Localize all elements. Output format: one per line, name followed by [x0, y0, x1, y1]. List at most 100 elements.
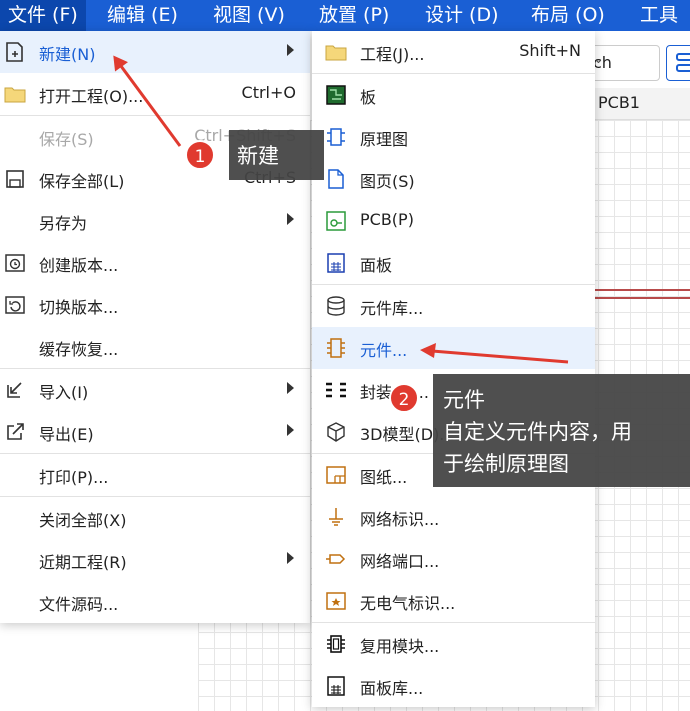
submenu-arrow-icon — [287, 552, 294, 564]
menu-item-close-all[interactable]: 关闭全部(X) — [0, 497, 310, 539]
submenu-arrow-icon — [287, 424, 294, 436]
panel-icon — [327, 253, 345, 273]
menu-item-switch-version[interactable]: 切换版本... — [0, 284, 310, 326]
submenu-arrow-icon — [287, 44, 294, 56]
step-badge-1: 1 — [185, 140, 215, 170]
page-icon — [328, 169, 344, 189]
file-menu: 新建(N) 打开工程(O)... Ctrl+O 保存(S) Ctrl+Shift… — [0, 31, 310, 623]
menu-tools[interactable]: 工具 — [632, 0, 686, 31]
menu-item-label: 图纸... — [360, 468, 408, 487]
new-submenu: 工程(J)... Shift+N 板 原理图 图页(S) PCB(P) 面板 元… — [312, 31, 595, 707]
submenu-item-board[interactable]: 板 — [312, 74, 595, 116]
menu-design[interactable]: 设计 (D) — [417, 0, 507, 31]
menu-edit[interactable]: 编辑 (E) — [99, 0, 186, 31]
drawing-sheet-icon — [326, 466, 346, 484]
switch-version-icon — [5, 296, 25, 314]
import-icon — [7, 382, 22, 398]
callout-text: 于绘制原理图 — [443, 452, 569, 476]
menu-file[interactable]: 文件 (F) — [0, 0, 86, 31]
menu-item-label: 导出(E) — [39, 425, 94, 444]
callout-text: 自定义元件内容，用 — [443, 420, 632, 444]
component-icon — [327, 338, 345, 358]
menu-layout[interactable]: 布局 (O) — [523, 0, 613, 31]
menubar: 文件 (F) 编辑 (E) 视图 (V) 放置 (P) 设计 (D) 布局 (O… — [0, 0, 690, 31]
menu-item-label: 工程(J)... — [360, 45, 425, 64]
submenu-item-panel-library[interactable]: 面板库... — [312, 665, 595, 707]
menu-item-label: 切换版本... — [39, 298, 119, 317]
folder-icon — [4, 87, 26, 103]
menu-item-recent-projects[interactable]: 近期工程(R) — [0, 539, 310, 581]
board-icon — [326, 85, 346, 105]
reuse-module-icon — [327, 635, 345, 653]
save-icon — [6, 170, 24, 188]
step-badge-2: 2 — [389, 383, 419, 413]
tab-pcb1[interactable]: PCB1 — [598, 93, 640, 112]
menu-item-open-project[interactable]: 打开工程(O)... Ctrl+O — [0, 73, 310, 115]
export-icon — [7, 423, 24, 440]
menu-item-label: 关闭全部(X) — [39, 511, 127, 530]
menu-item-label: 原理图 — [360, 130, 409, 149]
menu-view[interactable]: 视图 (V) — [205, 0, 293, 31]
submenu-item-net-port[interactable]: 网络端口... — [312, 538, 595, 580]
menu-item-label: 保存全部(L) — [39, 172, 125, 191]
menu-item-label: 导入(I) — [39, 383, 89, 402]
submenu-item-page[interactable]: 图页(S) — [312, 158, 595, 200]
layout-icon — [676, 53, 690, 72]
callout-text: 新建 — [237, 144, 279, 168]
submenu-item-component-library[interactable]: 元件库... — [312, 285, 595, 327]
menu-item-label: 保存(S) — [39, 130, 94, 149]
submenu-item-pcb[interactable]: PCB(P) — [312, 200, 595, 242]
net-label-icon — [329, 508, 343, 526]
non-electrical-icon — [326, 592, 346, 610]
submenu-item-project[interactable]: 工程(J)... Shift+N — [312, 31, 595, 73]
menu-item-label: 板 — [360, 88, 377, 107]
menu-item-save-as[interactable]: 另存为 — [0, 200, 310, 242]
menu-item-file-source[interactable]: 文件源码... — [0, 581, 310, 623]
menu-item-print[interactable]: 打印(P)... — [0, 454, 310, 496]
menu-item-cache-restore[interactable]: 缓存恢复... — [0, 326, 310, 368]
shortcut-label: Shift+N — [519, 41, 581, 60]
menu-item-label: 复用模块... — [360, 637, 440, 656]
shortcut-label: Ctrl+O — [241, 83, 296, 102]
submenu-item-panel[interactable]: 面板 — [312, 242, 595, 284]
submenu-arrow-icon — [287, 213, 294, 225]
wire-line — [590, 289, 690, 291]
menu-item-label: 缓存恢复... — [39, 340, 119, 359]
submenu-item-net-label[interactable]: 网络标识... — [312, 496, 595, 538]
menu-item-label: 打开工程(O)... — [39, 87, 144, 106]
submenu-arrow-icon — [287, 382, 294, 394]
menu-item-label: 创建版本... — [39, 256, 119, 275]
callout-title: 元件 — [443, 388, 485, 412]
menu-item-label: 文件源码... — [39, 595, 119, 614]
submenu-item-schematic[interactable]: 原理图 — [312, 116, 595, 158]
3d-model-icon — [327, 422, 345, 442]
document-tab-bar: PCB1 — [590, 88, 690, 120]
menu-item-label: 面板 — [360, 256, 393, 275]
menu-item-label: 网络标识... — [360, 510, 440, 529]
menu-item-export[interactable]: 导出(E) — [0, 411, 310, 453]
project-folder-icon — [325, 45, 347, 61]
panel-library-icon — [327, 676, 345, 696]
menu-item-label: 近期工程(R) — [39, 553, 127, 572]
schematic-icon — [327, 128, 345, 146]
toolbar-icon-button[interactable] — [666, 45, 690, 81]
library-icon — [327, 296, 345, 316]
submenu-item-reuse-module[interactable]: 复用模块... — [312, 623, 595, 665]
new-file-icon — [6, 42, 23, 62]
menu-item-label: 元件库... — [360, 299, 424, 318]
chevron-down-icon: ⌄ — [593, 52, 604, 67]
submenu-item-non-electrical-label[interactable]: 无电气标识... — [312, 580, 595, 622]
menu-item-label: 另存为 — [39, 214, 88, 233]
wire-line — [590, 297, 690, 299]
menu-item-import[interactable]: 导入(I) — [0, 369, 310, 411]
menu-item-label: 面板库... — [360, 679, 424, 698]
menu-item-label: 图页(S) — [360, 172, 415, 191]
net-port-icon — [326, 554, 346, 564]
menu-item-label: 元件... — [360, 341, 408, 360]
menu-item-new[interactable]: 新建(N) — [0, 31, 310, 73]
submenu-item-component[interactable]: 元件... — [312, 327, 595, 369]
menu-item-create-version[interactable]: 创建版本... — [0, 242, 310, 284]
pcb-icon — [326, 211, 346, 231]
menu-place[interactable]: 放置 (P) — [311, 0, 397, 31]
menu-item-label: 网络端口... — [360, 552, 440, 571]
